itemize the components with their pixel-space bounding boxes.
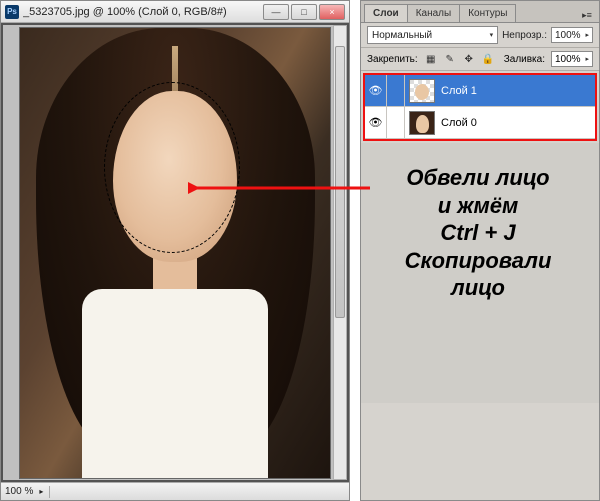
scroll-thumb[interactable] xyxy=(335,46,345,318)
fill-label: Заливка: xyxy=(504,54,545,65)
fill-input[interactable]: 100% ▸ xyxy=(551,51,593,67)
annotation-line: Ctrl + J xyxy=(362,219,594,247)
annotation-text: Обвели лицо и жмём Ctrl + J Скопировали … xyxy=(362,164,594,302)
maximize-button[interactable]: □ xyxy=(291,4,317,20)
annotation-line: Обвели лицо xyxy=(362,164,594,192)
artboard[interactable] xyxy=(20,28,330,478)
canvas-area[interactable] xyxy=(3,25,347,480)
annotation-line: Скопировали xyxy=(362,247,594,275)
annotation-line: лицо xyxy=(362,274,594,302)
lock-move-icon[interactable]: ✥ xyxy=(462,52,476,66)
lock-all-icon[interactable]: 🔒 xyxy=(481,52,495,66)
zoom-menu-icon[interactable]: ▸ xyxy=(39,487,43,496)
document-title: _5323705.jpg @ 100% (Слой 0, RGB/8#) xyxy=(23,6,259,18)
layer-thumbnail[interactable] xyxy=(409,111,435,135)
panel-tabs: Слои Каналы Контуры ▸≡ xyxy=(361,1,599,23)
vertical-scrollbar[interactable] xyxy=(333,25,347,480)
tab-paths[interactable]: Контуры xyxy=(459,4,516,22)
lock-fill-row: Закрепить: ▦ ✎ ✥ 🔒 Заливка: 100% ▸ xyxy=(361,48,599,71)
blend-opacity-row: Нормальный ▾ Непрозр.: 100% ▸ xyxy=(361,23,599,48)
blend-mode-select[interactable]: Нормальный ▾ xyxy=(367,26,498,44)
chevron-down-icon: ▸ xyxy=(585,31,589,39)
lock-pixels-icon[interactable]: ▦ xyxy=(424,52,438,66)
opacity-value: 100% xyxy=(555,30,581,41)
lock-brush-icon[interactable]: ✎ xyxy=(443,52,457,66)
annotation-line: и жмём xyxy=(362,192,594,220)
zoom-level[interactable]: 100 % xyxy=(5,486,33,497)
visibility-toggle[interactable]: 👁 xyxy=(365,107,387,138)
lock-icons: ▦ ✎ ✥ 🔒 xyxy=(424,52,495,66)
layer-thumbnail[interactable] xyxy=(409,79,435,103)
window-buttons: — □ × xyxy=(263,4,345,20)
link-column[interactable] xyxy=(387,75,405,106)
link-column[interactable] xyxy=(387,107,405,138)
layers-list: 👁 Слой 1 👁 Слой 0 xyxy=(363,73,597,141)
layer-name[interactable]: Слой 1 xyxy=(439,85,477,97)
fill-value: 100% xyxy=(555,54,581,65)
layer-row[interactable]: 👁 Слой 1 xyxy=(365,75,595,107)
blend-mode-value: Нормальный xyxy=(372,30,432,41)
opacity-input[interactable]: 100% ▸ xyxy=(551,27,593,43)
titlebar[interactable]: Ps _5323705.jpg @ 100% (Слой 0, RGB/8#) … xyxy=(1,1,349,23)
photo-content xyxy=(20,28,330,478)
panel-menu-icon[interactable]: ▸≡ xyxy=(579,8,595,22)
minimize-button[interactable]: — xyxy=(263,4,289,20)
chevron-down-icon: ▾ xyxy=(490,31,494,39)
status-separator xyxy=(49,486,50,498)
visibility-toggle[interactable]: 👁 xyxy=(365,75,387,106)
status-bar: 100 % ▸ xyxy=(1,482,349,500)
opacity-label: Непрозр.: xyxy=(502,30,547,41)
tab-channels[interactable]: Каналы xyxy=(407,4,461,22)
close-button[interactable]: × xyxy=(319,4,345,20)
lock-label: Закрепить: xyxy=(367,54,418,65)
layer-row[interactable]: 👁 Слой 0 xyxy=(365,107,595,139)
app-icon: Ps xyxy=(5,5,19,19)
chevron-down-icon: ▸ xyxy=(585,55,589,63)
tab-layers[interactable]: Слои xyxy=(364,4,408,22)
layer-name[interactable]: Слой 0 xyxy=(439,117,477,129)
document-window: Ps _5323705.jpg @ 100% (Слой 0, RGB/8#) … xyxy=(0,0,350,501)
